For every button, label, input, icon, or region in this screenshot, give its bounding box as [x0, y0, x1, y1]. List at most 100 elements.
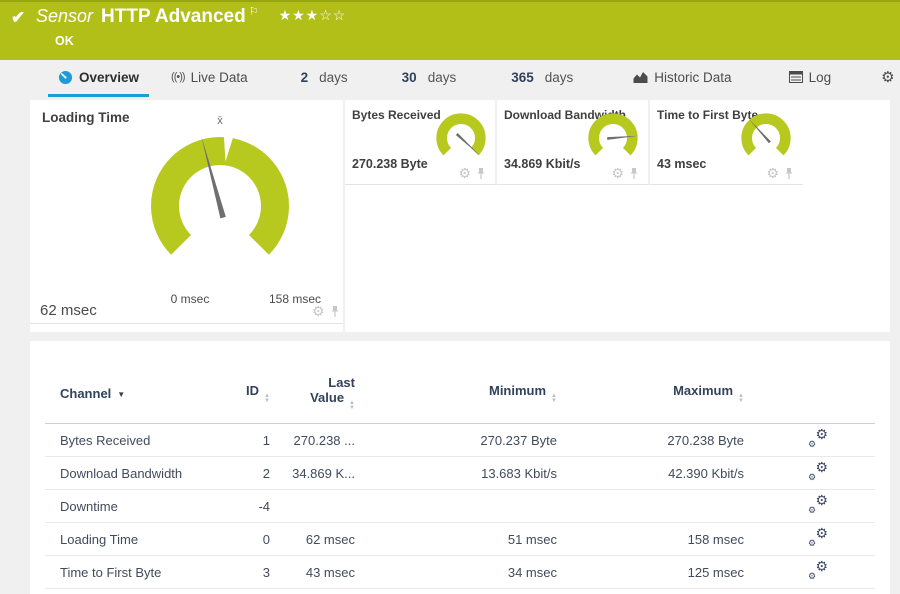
mini-gauge-title: Bytes Received: [352, 108, 441, 122]
channel-name: Download Bandwidth: [45, 456, 230, 490]
table-row: Download Bandwidth 2 34.869 K... 13.683 …: [45, 456, 875, 490]
object-type-label: Sensor: [36, 6, 94, 26]
sensor-header: ✔ Sensor HTTP Advanced ⚐ ★★★☆☆ OK: [0, 0, 900, 60]
mini-gauge-value: 270.238 Byte: [352, 157, 428, 171]
column-header-id[interactable]: ID ▲ ▼: [230, 341, 270, 424]
column-header-maximum[interactable]: Maximum ▲ ▼: [557, 341, 744, 424]
tab-settings[interactable]: ⚙ Settings: [871, 60, 900, 97]
channel-name: Downtime: [45, 489, 230, 523]
channel-maximum: 125 msec: [557, 555, 744, 589]
channel-settings-icon[interactable]: ⚙ ⚙: [808, 493, 828, 515]
channel-gear-icon[interactable]: ⚙: [312, 304, 325, 318]
sort-icon[interactable]: ▲ ▼: [738, 393, 744, 404]
column-header-channel[interactable]: Channel ▼: [45, 341, 230, 424]
channel-minimum: 34 msec: [355, 555, 557, 589]
channel-last-value: 270.238 ...: [270, 423, 355, 457]
area-chart-icon: [633, 71, 648, 83]
sort-desc-icon: ▼: [117, 389, 126, 399]
channel-minimum: 51 msec: [355, 522, 557, 556]
sort-icon[interactable]: ▲ ▼: [551, 393, 557, 404]
tab-2-days[interactable]: 2 days: [291, 60, 358, 97]
channel-minimum: 13.683 Kbit/s: [355, 456, 557, 490]
channel-maximum: 42.390 Kbit/s: [557, 456, 744, 490]
main-gauge-value: 62 msec: [40, 302, 97, 319]
main-gauge-title: Loading Time: [42, 110, 130, 125]
channel-last-value: 34.869 K...: [270, 456, 355, 490]
tab-30-days-unit: days: [427, 69, 457, 85]
column-header-maximum-label: Maximum: [673, 382, 734, 398]
channel-name: Bytes Received: [45, 423, 230, 457]
download-bandwidth-gauge: [588, 113, 640, 156]
gear-icon: ⚙: [881, 68, 895, 86]
channel-id: 2: [230, 456, 270, 490]
mini-gauge-value: 34.869 Kbit/s: [504, 157, 581, 171]
column-header-actions: [744, 341, 875, 424]
priority-stars[interactable]: ★★★☆☆: [279, 7, 347, 23]
time-to-first-byte-gauge: [741, 113, 791, 156]
channel-minimum: [355, 489, 557, 523]
tab-overview[interactable]: Overview: [48, 60, 150, 97]
tab-365-days[interactable]: 365 days: [501, 60, 583, 97]
flag-icon[interactable]: ⚐: [249, 6, 259, 18]
mini-gauge-bytes-received: Bytes Received 270.238 Byte ⚙: [345, 100, 497, 185]
table-row: Bytes Received 1 270.238 ... 270.237 Byt…: [45, 423, 875, 457]
loading-time-gauge: x̄: [151, 115, 289, 255]
sort-icon[interactable]: ▲ ▼: [264, 393, 270, 404]
channel-last-value: 62 msec: [270, 522, 355, 556]
channel-id: 1: [230, 423, 270, 457]
tab-365-days-number: 365: [511, 69, 534, 85]
channel-maximum: [557, 489, 744, 523]
mini-gauge-controls: ⚙: [611, 166, 639, 180]
main-gauge-min-label: 0 msec: [170, 292, 210, 306]
channel-maximum: 270.238 Byte: [557, 423, 744, 457]
channel-minimum: 270.237 Byte: [355, 423, 557, 457]
pin-icon[interactable]: [476, 167, 486, 180]
tab-log-label: Log: [808, 69, 832, 85]
column-header-minimum-label: Minimum: [488, 382, 547, 398]
gauges-panel: Loading Time x̄ 0 msec 158 msec 62 msec …: [30, 100, 890, 332]
mini-gauge-download-bandwidth: Download Bandwidth 34.869 Kbit/s ⚙: [497, 100, 650, 185]
mini-gauge-controls: ⚙: [458, 166, 486, 180]
channel-name: Time to First Byte: [45, 555, 230, 589]
tab-log[interactable]: Log: [779, 60, 842, 97]
mini-gauge-controls: ⚙: [766, 166, 794, 180]
channel-gear-icon[interactable]: ⚙: [766, 166, 779, 180]
channel-table: Channel ▼ ID ▲ ▼ Last Value ▲ ▼ Minimum ▲ ▼ Max…: [45, 341, 875, 589]
channel-name: Loading Time: [45, 522, 230, 556]
channel-id: -4: [230, 489, 270, 523]
sort-icon[interactable]: ▲ ▼: [349, 400, 355, 411]
tab-2-days-unit: days: [319, 69, 348, 85]
pin-icon[interactable]: [784, 167, 794, 180]
table-row: Time to First Byte 3 43 msec 34 msec 125…: [45, 555, 875, 589]
column-header-value-label: Value: [310, 390, 345, 405]
channel-id: 0: [230, 522, 270, 556]
channel-last-value: [270, 489, 355, 523]
tab-live-data-label: Live Data: [190, 69, 248, 85]
column-header-channel-label: Channel: [60, 385, 112, 401]
main-gauge-controls: ⚙: [312, 304, 340, 318]
tab-30-days[interactable]: 30 days: [392, 60, 467, 97]
broadcast-icon: ((•)): [171, 71, 185, 83]
tab-bar: Overview ((•)) Live Data 2 days 30 days 36…: [0, 60, 900, 97]
channel-gear-icon[interactable]: ⚙: [611, 166, 624, 180]
gauge-icon: [58, 70, 73, 84]
tab-30-days-number: 30: [401, 69, 417, 85]
channel-settings-icon[interactable]: ⚙ ⚙: [808, 427, 828, 449]
tab-live-data[interactable]: ((•)) Live Data: [161, 60, 258, 97]
channel-maximum: 158 msec: [557, 522, 744, 556]
channel-settings-icon[interactable]: ⚙ ⚙: [808, 559, 828, 581]
table-row: Loading Time 0 62 msec 51 msec 158 msec …: [45, 522, 875, 556]
channel-gear-icon[interactable]: ⚙: [458, 166, 471, 180]
channel-id: 3: [230, 555, 270, 589]
column-header-last-label: Last: [328, 375, 355, 390]
gauge-average-marker-label: x̄: [217, 115, 223, 127]
channel-settings-icon[interactable]: ⚙ ⚙: [808, 460, 828, 482]
pin-icon[interactable]: [330, 305, 340, 318]
channel-settings-icon[interactable]: ⚙ ⚙: [808, 526, 828, 548]
column-header-last-value[interactable]: Last Value ▲ ▼: [270, 341, 355, 424]
channel-last-value: 43 msec: [270, 555, 355, 589]
tab-historic-data[interactable]: Historic Data: [623, 60, 741, 97]
tab-2-days-number: 2: [300, 69, 309, 85]
pin-icon[interactable]: [629, 167, 639, 180]
column-header-minimum[interactable]: Minimum ▲ ▼: [355, 341, 557, 424]
